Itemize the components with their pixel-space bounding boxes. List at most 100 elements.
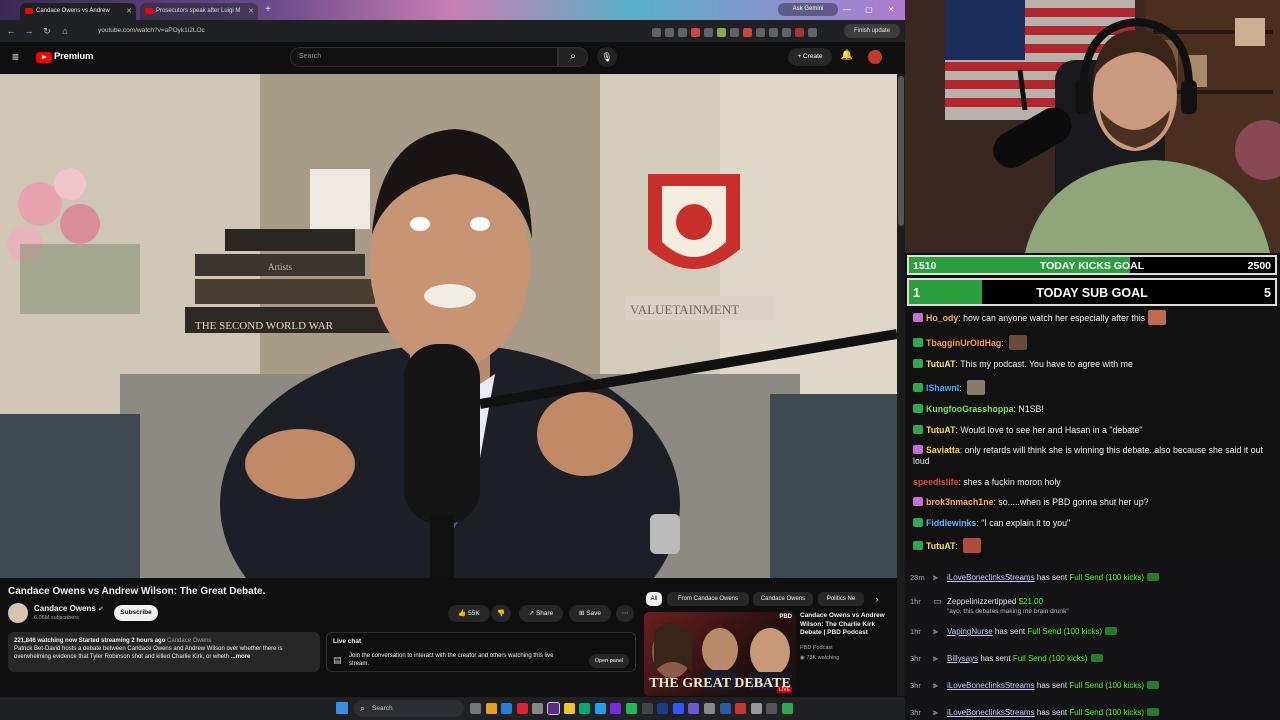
activity-username[interactable]: iLoveBoneclinksStreams <box>947 573 1035 582</box>
search-input[interactable]: Search <box>290 47 558 67</box>
sub-goal-target: 5 <box>1264 286 1271 300</box>
close-icon[interactable]: ✕ <box>126 3 132 20</box>
activity-username[interactable]: Zeppelinizzer <box>947 597 995 606</box>
subscribe-button[interactable]: Subscribe <box>114 605 158 621</box>
dislike-button[interactable]: 👎 <box>491 605 511 622</box>
thumbnail-title: THE GREAT DEBATE <box>649 676 791 691</box>
youtube-premium-logo[interactable]: Premium <box>54 51 93 62</box>
chat-badge-icon <box>913 497 923 506</box>
activity-action: has sent <box>994 627 1026 636</box>
chat-message: TbagginUrOldHag: <box>913 334 1275 350</box>
video-player[interactable]: THE SECOND WORLD WAR Artists VALUETAINME… <box>0 74 897 578</box>
chat-badge-icon <box>913 382 923 392</box>
chat-message: Ho_ody: how can anyone watch her especia… <box>913 310 1275 325</box>
browser-tab[interactable]: Prosecutors speak after Luigi M ✕ <box>140 3 258 20</box>
youtube-masthead: ≡ Premium Search ⌕ 🎙 + Create 🔔 <box>0 42 905 74</box>
chip-from-candace-owens[interactable]: From Candace Owens <box>667 592 749 606</box>
taskbar-app-icons[interactable] <box>470 701 900 716</box>
chat-message: TutuAT: This my podcast. You have to agr… <box>913 359 1275 370</box>
chat-username[interactable]: Ho_ody <box>926 313 958 323</box>
account-avatar[interactable] <box>868 50 882 64</box>
home-icon[interactable]: ⌂ <box>58 24 72 38</box>
back-icon[interactable]: ← <box>4 24 18 38</box>
reload-icon[interactable]: ↻ <box>40 24 54 38</box>
chat-text: so.....when is PBD gonna shut her up? <box>998 497 1149 507</box>
chat-username[interactable]: TutuAT <box>926 359 955 369</box>
browser-tab-active[interactable]: Candace Owens vs Andrew ✕ <box>20 3 136 20</box>
search-icon[interactable]: ⌕ <box>558 47 588 67</box>
chat-message: KungfooGrasshoppa: N1SB! <box>913 404 1275 415</box>
chat-message: Saviatta: only retards will think she is… <box>913 445 1263 466</box>
chat-icon: ▤ <box>333 655 342 665</box>
chat-username[interactable]: TutuAT <box>926 541 955 551</box>
chip-candace-owens[interactable]: Candace Owens <box>753 592 813 606</box>
activity-username[interactable]: VapingNurse <box>947 627 993 636</box>
microphone-icon[interactable]: 🎙 <box>597 47 617 67</box>
video-title: Candace Owens vs Andrew Wilson: The Grea… <box>8 586 266 597</box>
webcam-overlay <box>905 0 1280 253</box>
chat-emote-icon <box>1009 334 1028 350</box>
stream-chat-list: Ho_ody: how can anyone watch her especia… <box>913 310 1275 563</box>
windows-taskbar: Search <box>0 697 905 720</box>
save-button[interactable]: ⊞ Save <box>569 605 611 622</box>
chat-message: speedislife: shes a fuckin moron holy <box>913 476 1061 487</box>
chat-username[interactable]: brok3nmach1ne <box>926 497 993 507</box>
chat-username[interactable]: TutuAT <box>926 425 955 435</box>
finish-update-button[interactable]: Finish update <box>844 24 900 38</box>
more-link[interactable]: ...more <box>231 654 251 660</box>
share-button[interactable]: ↗ Share <box>519 605 563 622</box>
more-actions-icon[interactable]: ⋯ <box>616 605 634 622</box>
verified-icon: ✔ <box>98 606 104 613</box>
chat-badge-icon <box>913 404 923 413</box>
scrollbar-thumb[interactable] <box>898 76 904 226</box>
like-count: 55K <box>468 610 480 617</box>
description-box[interactable]: 221,846 watching now Started streaming 2… <box>8 632 320 672</box>
chat-username[interactable]: Fiddlewinks <box>926 518 976 528</box>
kick-icon <box>1090 654 1103 662</box>
like-button[interactable]: 👍 55K <box>448 605 490 622</box>
chip-all[interactable]: All <box>646 592 662 606</box>
channel-tag[interactable]: Candace Owens <box>167 638 211 644</box>
channel-name[interactable]: Candace Owens ✔ <box>34 604 104 613</box>
chat-emote-icon <box>963 538 982 553</box>
chevron-right-icon[interactable]: › <box>870 592 884 606</box>
kicks-goal-label: TODAY KICKS GOAL <box>1039 260 1145 272</box>
activity-time: 3hr <box>910 681 921 690</box>
view-stats: 221,846 watching now Started streaming 2… <box>14 638 166 644</box>
activity-action: has sent <box>980 654 1011 663</box>
channel-avatar[interactable] <box>8 603 28 623</box>
chat-username[interactable]: speedislife <box>913 477 958 487</box>
taskbar-search-input[interactable]: Search <box>354 700 464 717</box>
windows-start-icon[interactable] <box>336 702 348 714</box>
chat-badge-icon <box>913 541 923 550</box>
chat-username[interactable]: Saviatta <box>926 445 960 455</box>
notifications-bell-icon[interactable]: 🔔 <box>840 49 854 63</box>
youtube-favicon-icon <box>145 8 153 14</box>
menu-icon[interactable]: ≡ <box>12 51 24 63</box>
chat-username[interactable]: lShawnl <box>926 383 959 393</box>
chip-politics-news[interactable]: Politics Ne <box>818 592 864 606</box>
close-icon[interactable]: ✕ <box>248 3 254 20</box>
extension-icons[interactable] <box>652 24 832 38</box>
url-field[interactable]: youtube.com/watch?v=aPOyk1i2LOc <box>78 23 698 39</box>
chat-emote-icon <box>967 379 986 395</box>
new-tab-button[interactable]: + <box>262 4 274 16</box>
activity-username[interactable]: Billysays <box>947 654 978 663</box>
chat-text: "I can explain it to you" <box>981 517 1071 528</box>
create-button[interactable]: + Create <box>788 48 832 66</box>
activity-username[interactable]: iLoveBoneclinksStreams <box>947 681 1035 690</box>
ask-gemini-button[interactable]: Ask Gemini <box>778 3 838 16</box>
forward-icon[interactable]: → <box>22 24 36 38</box>
maximize-icon[interactable]: ▢ <box>862 3 876 17</box>
minimize-icon[interactable]: — <box>840 3 854 17</box>
youtube-logo-icon[interactable] <box>36 52 52 63</box>
open-panel-button[interactable]: Open panel <box>589 654 629 668</box>
activity-username[interactable]: iLoveBoneclinksStreams <box>947 708 1035 717</box>
recommended-thumbnail[interactable]: PBD THE GREAT DEBATE LIVE <box>644 612 796 696</box>
close-window-icon[interactable]: ✕ <box>884 3 898 17</box>
recommended-title[interactable]: Candace Owens vs Andrew Wilson: The Char… <box>800 612 896 638</box>
chat-username[interactable]: KungfooGrasshoppa <box>926 404 1013 414</box>
sub-goal-bar: 1 TODAY SUB GOAL 5 <box>907 278 1277 306</box>
chat-username[interactable]: TbagginUrOldHag <box>926 338 1001 348</box>
recommended-channel[interactable]: PBD Podcast <box>800 645 833 651</box>
